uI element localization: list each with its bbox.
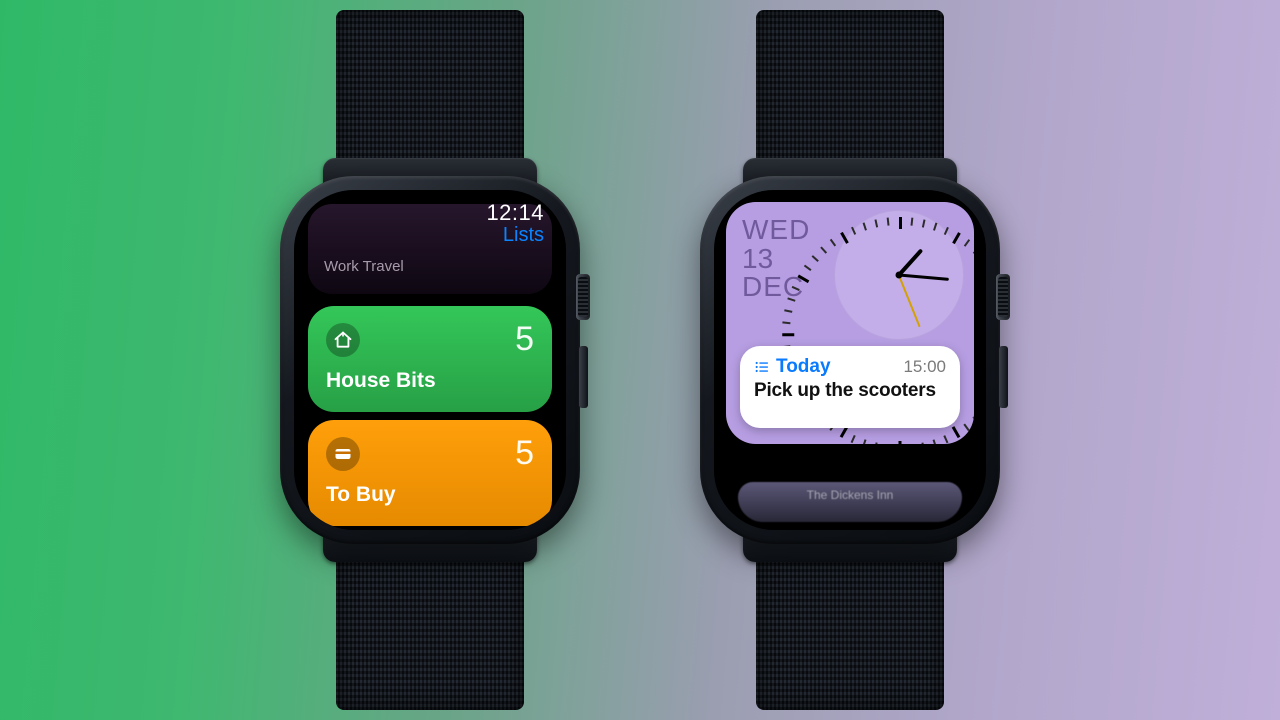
next-widget-peek[interactable]: The Dickens Inn [738, 482, 962, 522]
peek-label: The Dickens Inn [807, 488, 894, 502]
list-title: To Buy [326, 483, 534, 507]
card-icon [326, 437, 360, 471]
list-title: House Bits [326, 369, 534, 393]
stage: 12:14 Lists Work Travel [0, 0, 1280, 720]
watch-right: WED 13 DEC [685, 50, 1015, 670]
watch-band-bottom [336, 540, 524, 710]
back-to-lists-link[interactable]: Lists [486, 224, 544, 247]
side-button[interactable] [999, 346, 1008, 408]
list-card-house-bits[interactable]: 5 House Bits [308, 306, 552, 412]
reminder-time: 15:00 [903, 357, 946, 377]
watch-left: 12:14 Lists Work Travel [265, 50, 595, 670]
status-bar: 12:14 Lists [486, 200, 544, 247]
watch-band-top [756, 10, 944, 180]
list-count: 5 [515, 320, 534, 359]
reminder-card[interactable]: Today 15:00 Pick up the scooters [740, 346, 960, 428]
home-icon [326, 323, 360, 357]
date-clock-widget[interactable]: WED 13 DEC [726, 202, 974, 444]
list-card-label: Work Travel [324, 258, 404, 275]
watch-band-top [336, 10, 524, 180]
list-card-to-buy[interactable]: 5 To Buy [308, 420, 552, 526]
side-button[interactable] [579, 346, 588, 408]
digital-crown[interactable] [996, 274, 1010, 320]
list-count: 5 [515, 434, 534, 473]
status-time: 12:14 [486, 200, 544, 226]
watch-screen-lists: 12:14 Lists Work Travel [294, 190, 566, 530]
watch-case: WED 13 DEC [700, 176, 1000, 544]
reminder-list-label: Today [776, 356, 831, 378]
watch-screen-smartstack: WED 13 DEC [714, 190, 986, 530]
list-bullets-icon [754, 359, 770, 375]
analog-clock [834, 210, 964, 340]
watch-case: 12:14 Lists Work Travel [280, 176, 580, 544]
reminder-text: Pick up the scooters [754, 380, 946, 402]
watch-band-bottom [756, 540, 944, 710]
digital-crown[interactable] [576, 274, 590, 320]
